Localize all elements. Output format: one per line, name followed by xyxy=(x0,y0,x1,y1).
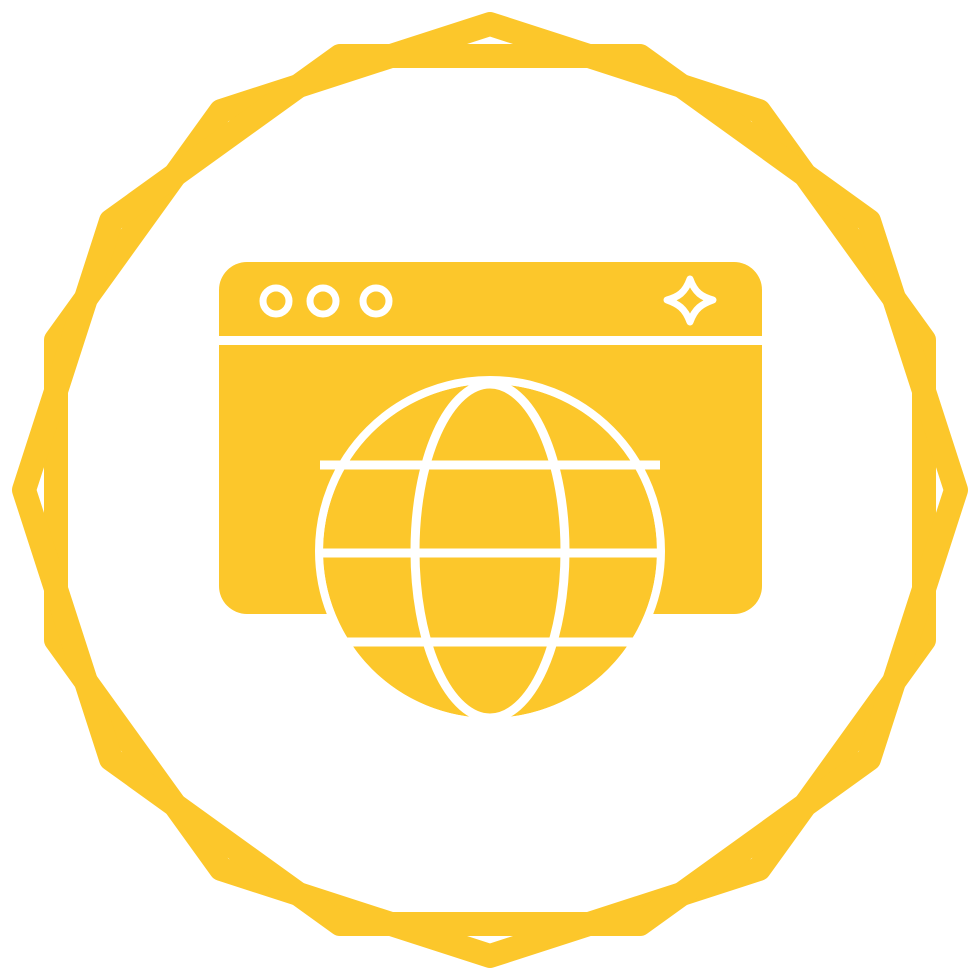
web-browser-globe-icon xyxy=(12,12,968,968)
icon-canvas xyxy=(0,0,980,980)
globe-icon xyxy=(315,376,665,726)
